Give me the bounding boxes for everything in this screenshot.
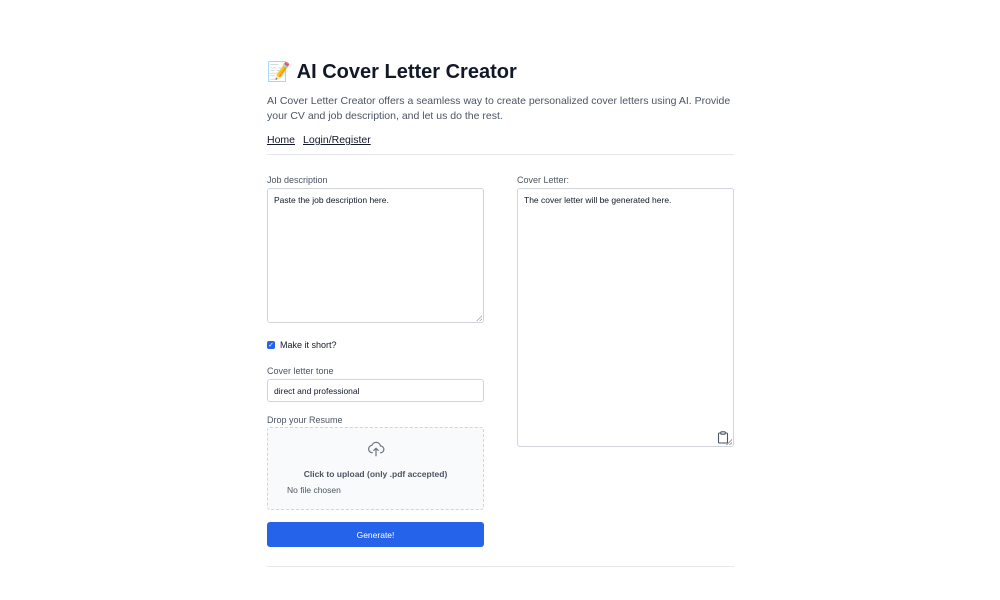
memo-icon: 📝 xyxy=(267,61,291,83)
nav-login-link[interactable]: Login/Register xyxy=(303,134,371,146)
divider-top xyxy=(267,154,734,155)
make-short-row[interactable]: ✓ Make it short? xyxy=(267,340,337,350)
app-container: 📝 AI Cover Letter Creator AI Cover Lette… xyxy=(267,58,734,567)
nav-home-link[interactable]: Home xyxy=(267,134,295,146)
job-description-placeholder: Paste the job description here. xyxy=(274,195,389,205)
job-description-label: Job description xyxy=(267,175,328,185)
resize-handle-icon[interactable] xyxy=(476,315,482,321)
resume-label: Drop your Resume xyxy=(267,415,343,425)
make-short-label: Make it short? xyxy=(280,340,337,350)
top-nav: Home Login/Register xyxy=(267,134,734,146)
divider-bottom xyxy=(267,566,734,567)
cloud-upload-icon xyxy=(368,441,385,457)
resize-handle-icon[interactable] xyxy=(726,439,732,445)
upload-instruction: Click to upload (only .pdf accepted) xyxy=(303,469,448,479)
cover-letter-textarea[interactable]: The cover letter will be generated here. xyxy=(517,188,734,447)
generate-button[interactable]: Generate! xyxy=(267,522,484,547)
tone-value: direct and professional xyxy=(274,385,360,396)
page-description: AI Cover Letter Creator offers a seamles… xyxy=(267,95,731,122)
file-status: No file chosen xyxy=(287,485,341,495)
make-short-checkbox[interactable]: ✓ xyxy=(267,341,275,349)
tone-input[interactable]: direct and professional xyxy=(267,379,484,402)
page-title-text: AI Cover Letter Creator xyxy=(296,60,517,83)
job-description-textarea[interactable]: Paste the job description here. xyxy=(267,188,484,323)
resume-dropzone[interactable]: Click to upload (only .pdf accepted) No … xyxy=(267,427,484,510)
tone-label: Cover letter tone xyxy=(267,366,334,376)
cover-letter-label: Cover Letter: xyxy=(517,175,570,185)
page-title: 📝 AI Cover Letter Creator xyxy=(267,58,734,86)
cover-letter-placeholder: The cover letter will be generated here. xyxy=(524,195,672,205)
